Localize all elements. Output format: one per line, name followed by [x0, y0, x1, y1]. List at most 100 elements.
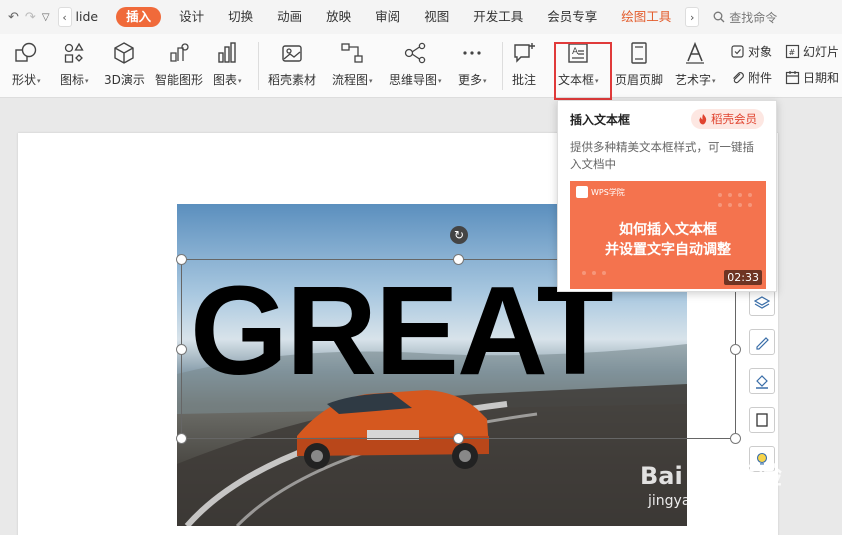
object-icon: [731, 45, 744, 58]
resize-handle[interactable]: [730, 344, 741, 355]
tooltip-title: 插入文本框: [570, 112, 631, 127]
comment-icon: [511, 40, 537, 66]
member-badge[interactable]: 稻壳会员: [691, 109, 764, 129]
thumb-title-line2: 并设置文字自动调整: [605, 242, 731, 258]
wps-logo-icon: [576, 186, 588, 198]
tab-insert[interactable]: 插入: [116, 7, 162, 27]
shape-button[interactable]: 形状▾: [12, 40, 41, 88]
quick-access-toolbar: ↶ ↷ ▽: [0, 10, 50, 25]
resize-handle[interactable]: [176, 433, 187, 444]
docer-material-button[interactable]: 稻壳素材: [268, 40, 316, 88]
comment-label: 批注: [511, 73, 536, 87]
date-time-button[interactable]: 日期和: [785, 69, 839, 86]
3d-label: 3D演示: [104, 73, 145, 87]
more-button[interactable]: 更多▾: [458, 40, 487, 88]
more-label: 更多: [458, 73, 483, 87]
frame-button[interactable]: [749, 407, 775, 433]
tab-view[interactable]: 视图: [412, 0, 461, 34]
textbox-highlight-frame: [554, 42, 612, 100]
undo-icon[interactable]: ↶: [8, 10, 19, 25]
ribbon-separator: [258, 42, 259, 90]
fill-button[interactable]: [749, 368, 775, 394]
customize-icon[interactable]: ▽: [42, 12, 50, 23]
docer-label: 稻壳素材: [268, 73, 317, 87]
calendar-icon: [785, 71, 800, 85]
tab-transition[interactable]: 切换: [216, 0, 265, 34]
mind-label: 思维导图: [389, 73, 438, 87]
tab-scroll-right-button[interactable]: ›: [685, 7, 700, 27]
tab-slide[interactable]: lide: [72, 0, 111, 34]
frame-icon: [756, 413, 768, 427]
search-icon: [713, 11, 725, 23]
icons-icon: [61, 40, 87, 66]
flow-label: 流程图: [332, 73, 369, 87]
chart-label: 图表: [213, 73, 238, 87]
header-label: 页眉页脚: [615, 73, 664, 87]
pen-icon: [756, 337, 769, 350]
tab-animation[interactable]: 动画: [265, 0, 314, 34]
tab-developer[interactable]: 开发工具: [461, 0, 535, 34]
chart-button[interactable]: 图表▾: [213, 40, 242, 88]
mind-map-button[interactable]: 思维导图▾: [389, 40, 442, 88]
slide-number-icon: #: [785, 44, 800, 59]
resize-handle[interactable]: [453, 433, 464, 444]
tab-review[interactable]: 审阅: [363, 0, 412, 34]
tab-member[interactable]: 会员专享: [535, 0, 609, 34]
thumb-title-line1: 如何插入文本框: [619, 222, 717, 238]
shape-icon: [13, 40, 39, 66]
textbox-tooltip: 插入文本框 稻壳会员 提供多种精美文本框样式，可一键插入文档中 WPS学院 如何…: [557, 100, 777, 292]
comment-button[interactable]: 批注: [511, 40, 537, 88]
resize-handle[interactable]: [176, 344, 187, 355]
tab-design[interactable]: 设计: [167, 0, 216, 34]
pen-button[interactable]: [749, 329, 775, 355]
tab-slideshow[interactable]: 放映: [314, 0, 363, 34]
icon-label: 图标: [60, 73, 85, 87]
more-icon: [459, 40, 485, 66]
resize-handle[interactable]: [176, 254, 187, 265]
attach-label: 附件: [748, 71, 773, 85]
chart-icon: [214, 40, 240, 66]
date-label: 日期和: [803, 71, 840, 85]
rotate-handle-icon[interactable]: ↻: [450, 226, 468, 244]
header-footer-icon: [626, 40, 652, 66]
tooltip-description: 提供多种精美文本框样式，可一键插入文档中: [570, 140, 754, 171]
search-command[interactable]: 查找命令: [713, 9, 777, 26]
header-footer-button[interactable]: 页眉页脚: [615, 40, 663, 88]
slide-number-button[interactable]: # 幻灯片: [785, 43, 839, 60]
object-button[interactable]: 对象: [730, 43, 772, 60]
flowchart-button[interactable]: 流程图▾: [332, 40, 373, 88]
word-art-icon: [682, 40, 708, 66]
tab-scroll-left-button[interactable]: ‹: [57, 7, 72, 27]
flowchart-icon: [339, 40, 365, 66]
smart-art-button[interactable]: 智能图形: [155, 40, 203, 88]
attachment-button[interactable]: 附件: [730, 69, 772, 86]
resize-handle[interactable]: [730, 433, 741, 444]
svg-text:#: #: [789, 48, 796, 57]
smart-label: 智能图形: [155, 73, 204, 87]
layers-icon: [754, 296, 770, 309]
word-art-button[interactable]: 艺术字▾: [675, 40, 716, 88]
redo-icon[interactable]: ↷: [25, 10, 36, 25]
cube-icon: [111, 40, 137, 66]
object-label: 对象: [748, 45, 773, 59]
tutorial-video-thumbnail[interactable]: WPS学院 如何插入文本框 并设置文字自动调整 02:33: [570, 181, 766, 289]
icon-button[interactable]: 图标▾: [60, 40, 89, 88]
flame-icon: [699, 113, 707, 124]
material-icon: [279, 40, 305, 66]
layer-button[interactable]: [749, 290, 775, 316]
3d-model-button[interactable]: 3D演示: [104, 40, 145, 88]
wps-academy-logo: WPS学院: [576, 186, 625, 198]
tab-drawing-tools[interactable]: 绘图工具: [609, 0, 683, 34]
thumb-brand: WPS学院: [591, 187, 625, 197]
ribbon: 形状▾ 图标▾ 3D演示 智能图形 图表▾ 稻壳素材 流程图▾ 思维导图▾ 更多…: [0, 34, 842, 98]
smart-art-icon: [166, 40, 192, 66]
tab-bar: ↶ ↷ ▽ ‹ lide 插入 设计 切换 动画 放映 审阅 视图 开发工具 会…: [0, 0, 842, 34]
watermark-logo: Bai du 经验: [640, 462, 782, 490]
fill-icon: [756, 375, 768, 389]
shape-label: 形状: [12, 73, 37, 87]
art-label: 艺术字: [675, 73, 712, 87]
watermark-url: jingyan.baidu.com: [648, 493, 778, 509]
resize-handle[interactable]: [453, 254, 464, 265]
paperclip-icon: [733, 72, 744, 84]
ribbon-separator: [502, 42, 503, 90]
